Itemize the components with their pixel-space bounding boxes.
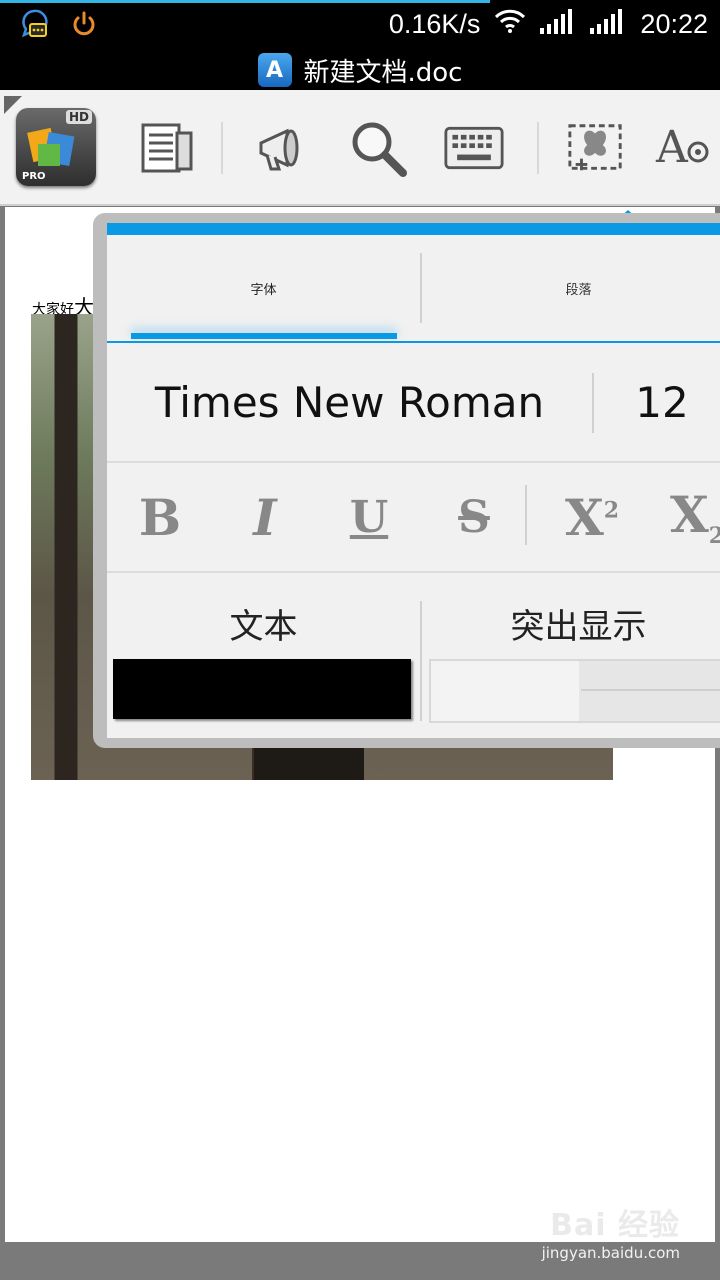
document-title: 新建文档.doc (303, 57, 463, 88)
network-speed: 0.16K/s (388, 9, 481, 39)
power-icon (70, 10, 98, 42)
toolbar-divider (221, 122, 223, 174)
document-icon[interactable] (136, 118, 196, 178)
chat-bubble-icon (18, 8, 50, 44)
pro-badge: PRO (22, 171, 46, 182)
toolbar-divider (537, 122, 539, 174)
watermark: Bai 经验 jingyan.baidu.com (542, 1200, 680, 1262)
app-logo-button[interactable]: HD PRO (16, 108, 96, 186)
subscript-button[interactable]: X2 (652, 463, 720, 571)
title-bar: A 新建文档.doc (0, 50, 720, 90)
text-color-swatch[interactable] (113, 659, 411, 719)
signal-icon (590, 8, 626, 41)
app-icon: A (257, 53, 292, 87)
subscript-icon: X2 (669, 485, 720, 549)
highlight-color-swatch[interactable] (429, 659, 720, 723)
megaphone-icon[interactable] (252, 118, 312, 178)
svg-text:A: A (655, 122, 689, 173)
keyboard-icon[interactable] (444, 118, 504, 178)
superscript-icon: X2 (564, 487, 620, 547)
color-row: 文本 突出显示 (107, 573, 720, 748)
active-tab-indicator (131, 333, 397, 339)
wifi-icon (494, 8, 526, 41)
style-divider (525, 485, 527, 545)
format-panel: 字体 段落 Times New Roman 12 B I U S X2 X2 文… (93, 213, 720, 748)
italic-button[interactable]: I (220, 463, 310, 571)
status-bar: 0.16K/s 20:22 (0, 0, 720, 50)
highlight-swatch-none (431, 661, 579, 721)
superscript-button[interactable]: X2 (547, 463, 637, 571)
font-divider (592, 373, 594, 433)
strikethrough-button[interactable]: S (429, 463, 519, 571)
tab-font[interactable]: 字体 (107, 235, 420, 341)
underline-icon: U (349, 491, 389, 543)
style-row: B I U S X2 X2 (107, 463, 720, 573)
font-name-selector[interactable]: Times New Roman (107, 343, 592, 461)
bold-button[interactable]: B (115, 463, 205, 571)
hd-badge: HD (65, 110, 92, 124)
highlight-swatch-line (581, 689, 720, 691)
text-format-icon[interactable]: A (654, 118, 714, 178)
bold-icon: B (138, 487, 182, 547)
strikethrough-icon: S (458, 491, 490, 543)
font-row: Times New Roman 12 (107, 343, 720, 463)
tab-paragraph[interactable]: 段落 (422, 235, 720, 341)
italic-icon: I (253, 487, 277, 547)
text-color-label: 文本 (229, 606, 298, 647)
underline-button[interactable]: U (324, 463, 414, 571)
clock: 20:22 (640, 9, 708, 39)
highlight-label: 突出显示 (510, 606, 647, 647)
watermark-url: jingyan.baidu.com (541, 1244, 680, 1262)
insert-image-icon[interactable] (566, 118, 626, 178)
tree-trunk (254, 744, 364, 780)
watermark-logo: Bai 经验 (550, 1208, 680, 1243)
format-tabs: 字体 段落 (107, 235, 720, 343)
search-icon[interactable] (348, 118, 408, 178)
download-progress (0, 0, 490, 3)
font-size-selector[interactable]: 12 (607, 343, 717, 461)
signal-icon (540, 8, 576, 41)
toolbar: HD PRO A (0, 90, 720, 206)
